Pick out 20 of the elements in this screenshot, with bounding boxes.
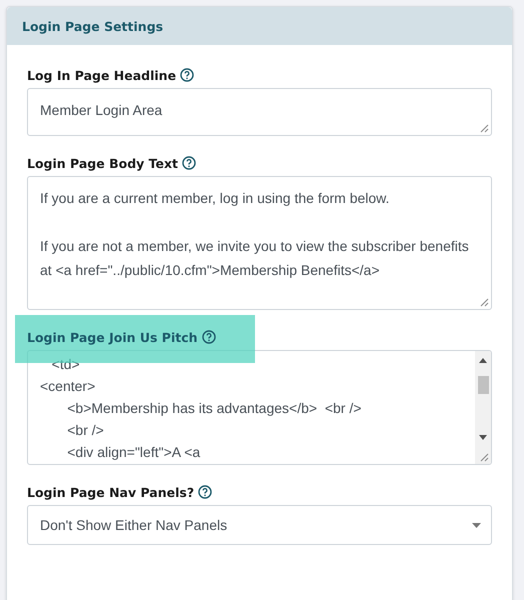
scrollbar[interactable]	[475, 351, 491, 464]
help-icon[interactable]	[180, 68, 194, 82]
select-dropdown[interactable]: Don't Show Either Nav Panels	[27, 505, 492, 545]
field-label: Login Page Nav Panels?	[27, 484, 194, 500]
resize-handle-icon[interactable]	[480, 453, 489, 462]
resize-handle-icon[interactable]	[480, 298, 489, 307]
help-icon[interactable]	[182, 156, 196, 170]
text-area[interactable]: Member Login Area	[27, 88, 492, 136]
text-area[interactable]: If you are a current member, log in using the form below. If you are not a member, we invite you to view the subscriber benefits at <a href="../public/10.cfm">Membership Benefits</a>	[27, 176, 492, 310]
field-label: Login Page Body Text	[27, 156, 178, 170]
resize-handle-icon[interactable]	[480, 124, 489, 133]
scroll-up-icon[interactable]	[479, 358, 487, 363]
field-label: Login Page Join Us Pitch	[27, 330, 198, 344]
caret-icon	[472, 522, 481, 528]
field-label: Log In Page Headline	[27, 68, 176, 82]
help-icon[interactable]	[198, 485, 212, 499]
panel-title: Login Page Settings	[22, 18, 164, 34]
scrollbar-thumb[interactable]	[478, 376, 489, 394]
scroll-down-icon[interactable]	[479, 435, 487, 440]
help-icon[interactable]	[202, 330, 216, 344]
